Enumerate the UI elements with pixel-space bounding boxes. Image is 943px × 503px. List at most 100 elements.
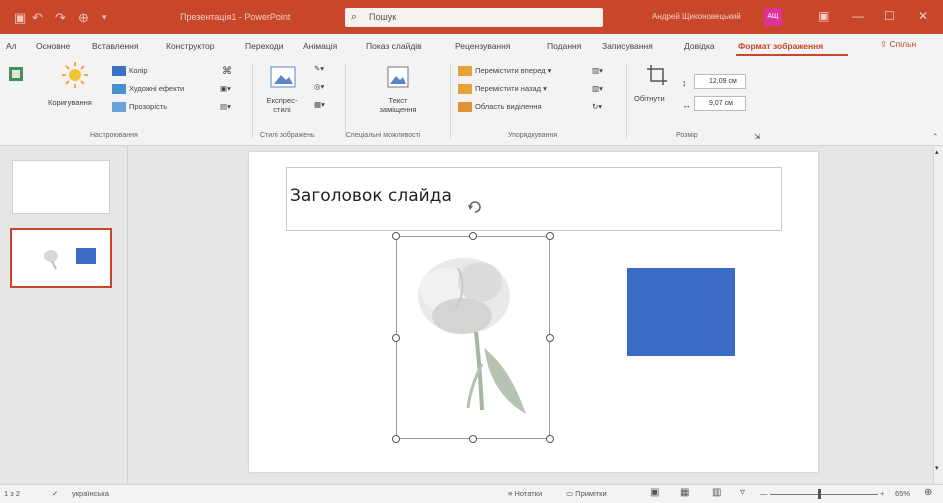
- slide-thumbnail-1[interactable]: [12, 160, 110, 214]
- size-dialog-launcher-icon[interactable]: ⇲: [754, 132, 760, 141]
- maximize-icon[interactable]: ☐: [884, 9, 895, 23]
- resize-handle-top-right[interactable]: [546, 232, 554, 240]
- tab-transitions[interactable]: Переходи: [245, 41, 284, 51]
- slideshow-view-icon[interactable]: ▿: [740, 487, 745, 498]
- tab-view[interactable]: Подання: [547, 41, 581, 51]
- share-button[interactable]: ⇪ Спільн: [880, 39, 916, 50]
- slide-sorter-icon[interactable]: ▦: [680, 487, 689, 498]
- bring-forward-button[interactable]: Перемістити вперед ▾: [458, 66, 551, 77]
- resize-handle-bottom-left[interactable]: [392, 435, 400, 443]
- zoom-level[interactable]: 65%: [895, 489, 910, 498]
- resize-handle-top-left[interactable]: [392, 232, 400, 240]
- alt-text-icon[interactable]: [387, 66, 409, 88]
- resize-handle-bottom-right[interactable]: [546, 435, 554, 443]
- remove-background-icon[interactable]: [8, 66, 24, 82]
- resize-handle-top[interactable]: [469, 232, 477, 240]
- slide-thumbnails-pane: [0, 146, 128, 484]
- tab-insert[interactable]: Вставлення: [92, 41, 138, 51]
- blue-rectangle-shape[interactable]: [627, 268, 735, 356]
- compress-pictures-icon[interactable]: ⌘: [222, 66, 232, 77]
- color-icon: [112, 66, 126, 77]
- fit-slide-icon[interactable]: ⊕: [924, 487, 932, 498]
- express-styles-button[interactable]: Експрес-стилі: [262, 96, 302, 114]
- normal-view-icon[interactable]: ▣: [650, 487, 659, 498]
- rotate-handle-icon[interactable]: [466, 198, 484, 216]
- tab-file[interactable]: Ал: [6, 41, 17, 51]
- quick-access-icon[interactable]: ⊕: [78, 10, 89, 26]
- resize-handle-right[interactable]: [546, 334, 554, 342]
- tab-help[interactable]: Довідка: [684, 41, 715, 51]
- align-icon[interactable]: ▥▾: [592, 66, 603, 75]
- group-separator: [345, 64, 346, 138]
- tab-slideshow[interactable]: Показ слайдів: [366, 41, 422, 51]
- zoom-in-icon[interactable]: +: [880, 489, 884, 498]
- picture-layout-icon[interactable]: ▦▾: [314, 100, 325, 109]
- ribbon-display-icon[interactable]: ▣: [818, 9, 829, 23]
- group-separator: [450, 64, 451, 138]
- user-name[interactable]: Андрей Щиконовецький: [652, 12, 741, 21]
- reset-picture-icon[interactable]: ▤▾: [220, 102, 231, 111]
- group-label-adjust: Настроювання: [90, 132, 138, 139]
- comments-button[interactable]: ▭ Примітки: [566, 489, 607, 498]
- group-label-styles: Стилі зображень: [260, 132, 315, 139]
- zoom-slider-knob[interactable]: [818, 489, 821, 499]
- tab-design[interactable]: Конструктор: [166, 41, 214, 51]
- reading-view-icon[interactable]: ▥: [712, 487, 721, 498]
- height-field[interactable]: 12,09 см: [694, 74, 746, 89]
- express-styles-icon[interactable]: [270, 66, 296, 88]
- slide-thumbnail-2[interactable]: [10, 228, 112, 288]
- width-field[interactable]: 9,07 см: [694, 96, 746, 111]
- slide-title[interactable]: Заголовок слайда: [290, 186, 452, 206]
- spellcheck-icon[interactable]: ✓: [52, 489, 58, 498]
- send-backward-icon: [458, 84, 472, 95]
- avatar[interactable]: АЩ: [764, 8, 782, 26]
- crop-icon[interactable]: [646, 64, 668, 86]
- zoom-slider[interactable]: [770, 494, 878, 495]
- picture-effects-icon[interactable]: ◎▾: [314, 82, 324, 91]
- picture-selection-box[interactable]: [396, 236, 550, 439]
- notes-button[interactable]: ≡ Нотатки: [508, 489, 542, 498]
- zoom-out-icon[interactable]: —: [760, 489, 768, 498]
- close-icon[interactable]: ✕: [918, 9, 928, 23]
- transparency-button[interactable]: Прозорість: [112, 102, 167, 113]
- group-separator: [252, 64, 253, 138]
- status-bar: 1 з 2 ✓ українська ≡ Нотатки ▭ Примітки …: [0, 484, 943, 503]
- group-separator: [626, 64, 627, 138]
- transparency-icon: [112, 102, 126, 113]
- undo-icon[interactable]: ↶: [32, 10, 43, 26]
- rotate-icon[interactable]: ↻▾: [592, 102, 602, 111]
- scroll-up-icon[interactable]: ▴: [935, 148, 939, 156]
- comments-icon: ▭: [566, 489, 576, 498]
- redo-icon[interactable]: ↷: [55, 10, 66, 26]
- tab-home[interactable]: Основне: [36, 41, 70, 51]
- tab-record[interactable]: Записування: [602, 41, 653, 51]
- alt-text-button[interactable]: Текст заміщення: [372, 96, 424, 114]
- ribbon-tabs: Ал Основне Вставлення Конструктор Перехо…: [0, 34, 943, 58]
- save-icon[interactable]: ▣: [14, 10, 26, 26]
- send-backward-button[interactable]: Перемістити назад ▾: [458, 84, 547, 95]
- resize-handle-bottom[interactable]: [469, 435, 477, 443]
- tab-picture-format[interactable]: Формат зображення: [738, 41, 823, 51]
- crop-button[interactable]: Обітнути: [634, 94, 665, 103]
- search-icon: ⌕: [351, 11, 358, 23]
- title-bar: ▣ ↶ ↷ ⊕ ▾ Презентація1 - PowerPoint ⌕ По…: [0, 0, 943, 34]
- picture-border-icon[interactable]: ✎▾: [314, 64, 324, 73]
- thumbnail-rose-icon: [44, 250, 58, 270]
- tab-review[interactable]: Рецензування: [455, 41, 510, 51]
- quick-access-dropdown-icon[interactable]: ▾: [102, 12, 107, 23]
- change-picture-icon[interactable]: ▣▾: [220, 84, 231, 93]
- scroll-down-icon[interactable]: ▾: [935, 464, 939, 472]
- resize-handle-left[interactable]: [392, 334, 400, 342]
- corrections-button[interactable]: Коригування: [48, 98, 92, 107]
- minimize-icon[interactable]: —: [852, 9, 864, 23]
- search-box[interactable]: ⌕ Пошук: [345, 8, 603, 27]
- color-button[interactable]: Колір: [112, 66, 148, 77]
- collapse-ribbon-icon[interactable]: ⌃: [932, 132, 938, 141]
- vertical-scrollbar[interactable]: ▴ ▾: [933, 146, 943, 484]
- corrections-icon[interactable]: [62, 62, 88, 88]
- artistic-effects-button[interactable]: Художні ефекти: [112, 84, 184, 95]
- group-objects-icon[interactable]: ▧▾: [592, 84, 603, 93]
- selection-pane-button[interactable]: Область виділення: [458, 102, 542, 113]
- tab-animations[interactable]: Анімація: [303, 41, 337, 51]
- language-indicator[interactable]: українська: [72, 489, 109, 498]
